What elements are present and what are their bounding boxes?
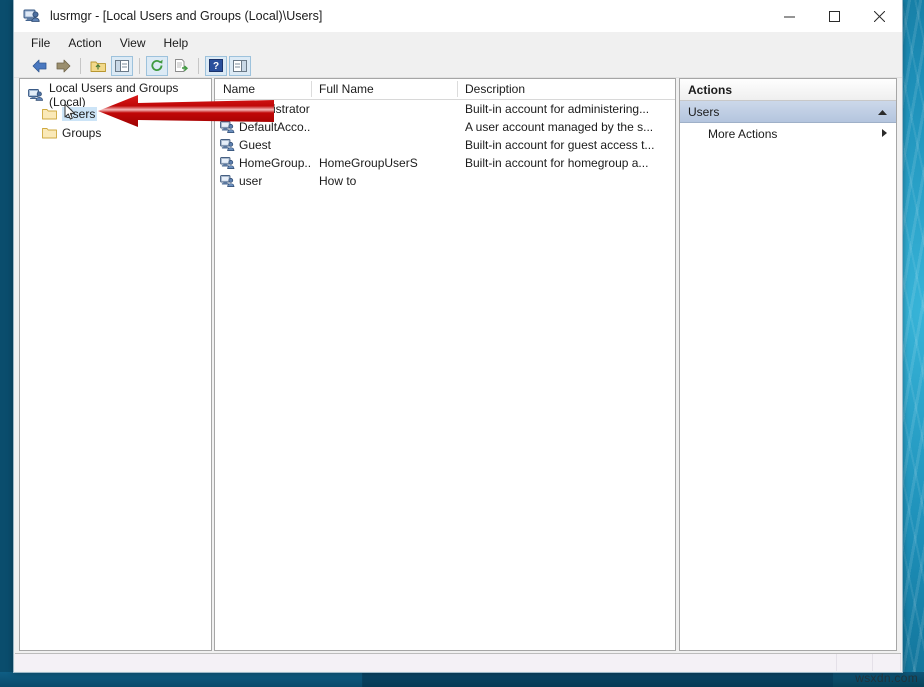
status-bar (15, 653, 901, 671)
status-bar-segment-3 (873, 654, 901, 671)
close-button[interactable] (857, 0, 902, 32)
cell-name: user (239, 174, 262, 188)
taskbar-segment-left (0, 672, 362, 687)
computer-users-icon (23, 7, 41, 25)
cell-name: Guest (239, 138, 271, 152)
cell-description: Built-in account for administering... (457, 102, 675, 116)
user-icon (220, 174, 235, 188)
user-icon (220, 138, 235, 152)
maximize-button[interactable] (812, 0, 857, 32)
title-bar[interactable]: lusrmgr - [Local Users and Groups (Local… (14, 0, 902, 32)
help-icon[interactable]: ? (205, 56, 227, 76)
forward-icon[interactable] (52, 56, 74, 76)
svg-text:?: ? (213, 61, 219, 72)
menu-item-view[interactable]: View (111, 34, 155, 52)
cell-name: HomeGroup... (239, 156, 311, 170)
chevron-right-icon[interactable] (881, 127, 888, 141)
users-list-pane: Name Full Name Description (214, 78, 676, 651)
list-column-headers: Name Full Name Description (215, 79, 675, 100)
actions-pane-header: Actions (680, 79, 896, 101)
back-icon[interactable] (28, 56, 50, 76)
column-header-description[interactable]: Description (457, 79, 675, 99)
cell-description: Built-in account for homegroup a... (457, 156, 675, 170)
content-panes: Local Users and Groups (Local) Users (14, 78, 902, 651)
taskbar-segment-mid (363, 672, 833, 687)
folder-icon (42, 127, 57, 139)
computer-users-icon (28, 88, 44, 102)
actions-pane: Actions Users More Actions (679, 78, 897, 651)
folder-icon (42, 108, 57, 120)
actions-group-label: Users (688, 105, 877, 119)
chevron-up-icon[interactable] (877, 105, 888, 119)
watermark: wsxdn.com (855, 671, 918, 685)
table-row[interactable]: user How to (215, 172, 675, 190)
menu-item-help[interactable]: Help (155, 34, 198, 52)
status-bar-segment-main (15, 654, 837, 671)
window-title: lusrmgr - [Local Users and Groups (Local… (50, 9, 322, 23)
export-list-icon[interactable] (170, 56, 192, 76)
menu-bar: File Action View Help (14, 32, 902, 54)
cell-description: Built-in account for guest access t... (457, 138, 675, 152)
users-list: Administrator Built-in account for admin… (215, 100, 675, 650)
cell-description: A user account managed by the s... (457, 120, 675, 134)
table-row[interactable]: Administrator Built-in account for admin… (215, 100, 675, 118)
cell-full-name: HomeGroupUserS (311, 156, 457, 170)
toolbar-separator (80, 58, 81, 74)
action-more-actions-label: More Actions (708, 127, 881, 141)
table-row[interactable]: HomeGroup... HomeGroupUserS Built-in acc… (215, 154, 675, 172)
table-row[interactable]: Guest Built-in account for guest access … (215, 136, 675, 154)
window-controls (767, 0, 902, 32)
refresh-icon[interactable] (146, 56, 168, 76)
table-row[interactable]: DefaultAcco... A user account managed by… (215, 118, 675, 136)
toolbar: ? (14, 54, 902, 78)
taskbar[interactable] (0, 672, 924, 687)
show-action-pane-icon[interactable] (229, 56, 251, 76)
show-hide-tree-icon[interactable] (111, 56, 133, 76)
actions-group-users[interactable]: Users (680, 101, 896, 123)
red-left-arrow (98, 93, 274, 127)
minimize-button[interactable] (767, 0, 812, 32)
mouse-cursor (64, 103, 76, 121)
toolbar-separator (198, 58, 199, 74)
column-header-full-name[interactable]: Full Name (311, 79, 457, 99)
cell-full-name: How to (311, 174, 457, 188)
toolbar-separator (139, 58, 140, 74)
action-more-actions[interactable]: More Actions (680, 123, 896, 145)
console-tree-pane: Local Users and Groups (Local) Users (19, 78, 212, 651)
menu-item-file[interactable]: File (22, 34, 59, 52)
status-bar-segment-2 (837, 654, 873, 671)
user-icon (220, 156, 235, 170)
tree-item-groups-label: Groups (62, 126, 101, 140)
menu-item-action[interactable]: Action (59, 34, 110, 52)
up-folder-icon[interactable] (87, 56, 109, 76)
